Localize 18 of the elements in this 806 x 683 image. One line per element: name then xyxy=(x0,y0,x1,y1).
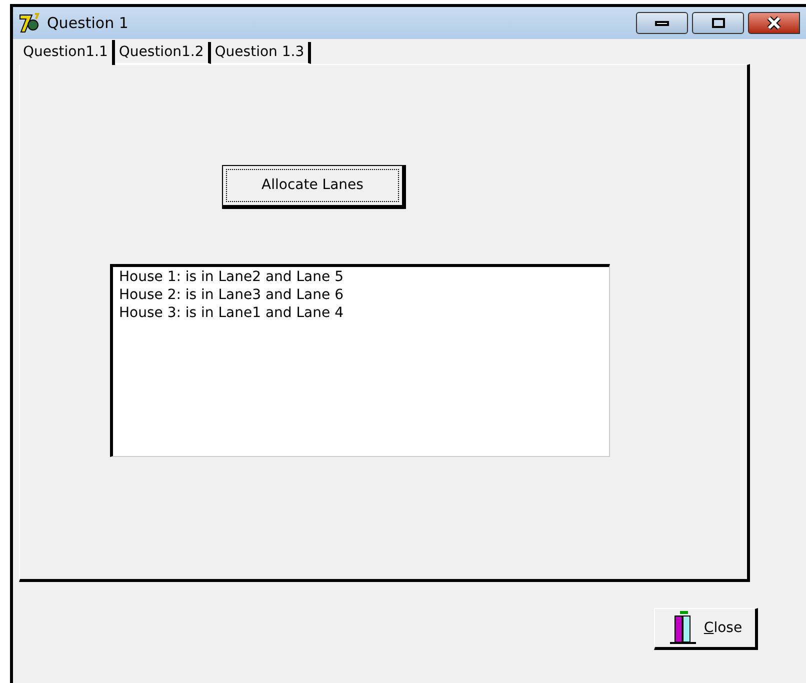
tab[interactable]: Question1.1 xyxy=(19,40,115,65)
list-item: House 3: is in Lane1 and Lane 4 xyxy=(119,304,344,322)
close-icon xyxy=(766,16,782,30)
app-logo-icon xyxy=(19,13,41,33)
list-item: House 2: is in Lane3 and Lane 6 xyxy=(119,286,344,304)
door-exit-icon xyxy=(668,610,698,646)
minimize-button[interactable] xyxy=(636,12,688,34)
window-title: Question 1 xyxy=(47,12,128,34)
output-list[interactable]: House 1: is in Lane2 and Lane 5 House 2: is in Lane3 and Lane 6 House 3: is in Lane1 and Lane 4 xyxy=(110,264,610,457)
list-item: House 1: is in Lane2 and Lane 5 xyxy=(119,268,344,286)
tab[interactable]: Question1.2 xyxy=(114,42,211,64)
allocate-lanes-button[interactable]: Allocate Lanes xyxy=(222,165,406,209)
maximize-icon xyxy=(712,18,724,28)
minimize-icon xyxy=(655,20,669,26)
maximize-button[interactable] xyxy=(692,12,744,34)
tab[interactable]: Question 1.3 xyxy=(210,42,312,64)
close-window-button[interactable] xyxy=(748,12,800,34)
close-button[interactable]: Close xyxy=(654,608,758,650)
